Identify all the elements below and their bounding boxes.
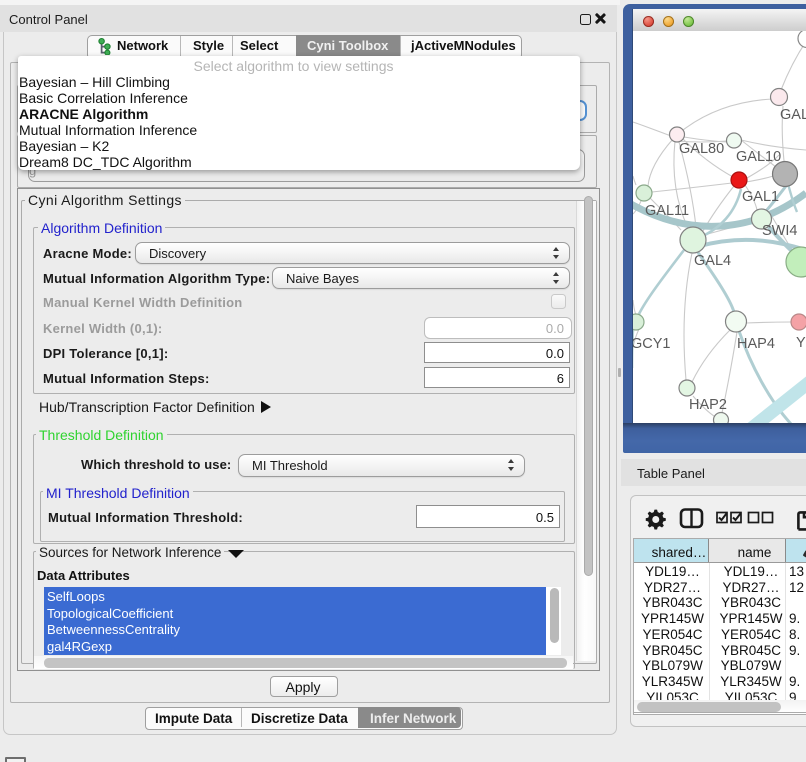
svg-text:GAL10: GAL10 (736, 149, 781, 165)
svg-text:YM: YM (796, 335, 806, 351)
svg-text:GAL2: GAL2 (780, 107, 806, 123)
svg-text:GAL11: GAL11 (645, 203, 689, 219)
svg-text:HAP2: HAP2 (689, 397, 727, 413)
svg-text:SWI4: SWI4 (762, 223, 797, 239)
svg-text:HAP4: HAP4 (737, 336, 775, 352)
svg-text:GAL80: GAL80 (679, 141, 724, 157)
svg-text:GAL4: GAL4 (694, 253, 731, 269)
svg-text:GAL1: GAL1 (742, 189, 779, 205)
svg-text:GCY1: GCY1 (633, 336, 671, 352)
